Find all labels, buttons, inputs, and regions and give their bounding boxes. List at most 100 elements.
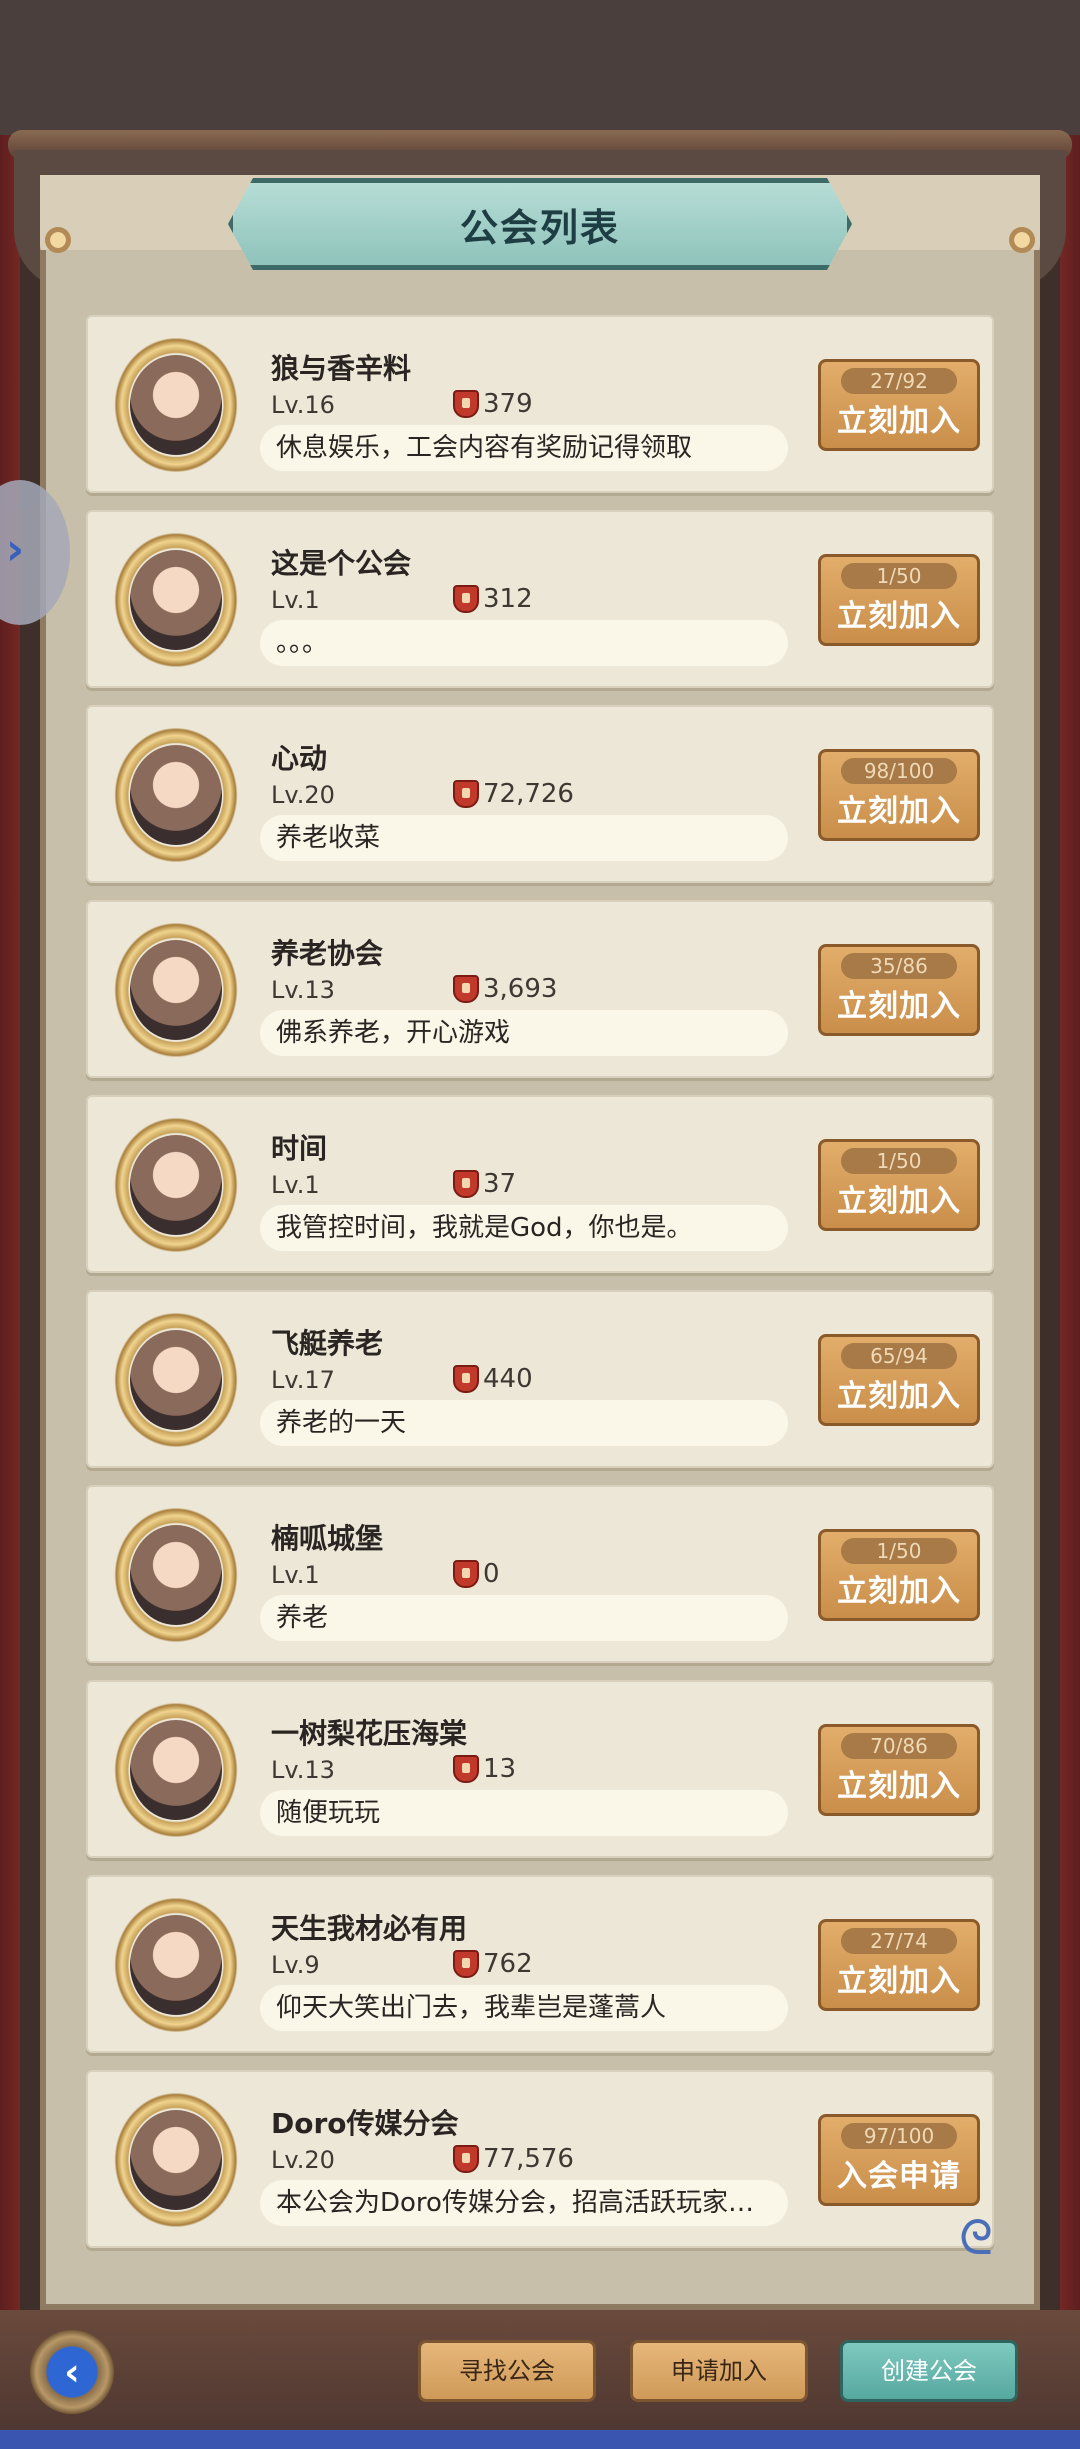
gear-ornament-icon	[1004, 222, 1040, 258]
guild-level: Lv.16	[271, 391, 335, 419]
guild-card[interactable]: 养老协会 Lv.13 3,693 佛系养老，开心游戏 35/86 立刻加入	[86, 900, 994, 1078]
guild-power-value: 77,576	[483, 2144, 574, 2174]
shield-icon	[453, 975, 479, 1003]
avatar-portrait	[130, 1915, 222, 2015]
guild-level: Lv.9	[271, 1951, 320, 1979]
bottom-strip	[0, 2430, 1080, 2449]
avatar-portrait	[130, 1330, 222, 1430]
guild-level: Lv.20	[271, 781, 335, 809]
avatar-portrait	[130, 745, 222, 845]
guild-description: 养老收菜	[260, 815, 788, 861]
page-title: 公会列表	[459, 205, 620, 250]
guild-card[interactable]: Doro传媒分会 Lv.20 77,576 本公会为Doro传媒分会，招高活跃玩…	[86, 2070, 994, 2248]
join-guild-button[interactable]: 1/50 立刻加入	[818, 1139, 980, 1231]
join-button-label: 立刻加入	[837, 1379, 961, 1414]
avatar-portrait	[130, 355, 222, 455]
guild-card[interactable]: 这是个公会 Lv.1 312 。。。 1/50 立刻加入	[86, 510, 994, 688]
chevron-right-icon: ›	[6, 524, 25, 575]
guild-name: 养老协会	[271, 937, 384, 970]
guild-power-value: 440	[483, 1364, 533, 1394]
guild-description: 仰天大笑出门去，我辈岂是蓬蒿人	[260, 1985, 788, 2031]
gear-ornament-icon	[40, 222, 76, 258]
guild-name: 这是个公会	[271, 547, 412, 580]
guild-power: 379	[453, 389, 533, 419]
guild-avatar	[108, 1895, 244, 2035]
guild-level: Lv.20	[271, 2146, 335, 2174]
guild-power: 13	[453, 1754, 516, 1784]
chat-swirl-icon[interactable]: ᘓ	[938, 2210, 1014, 2266]
join-guild-button[interactable]: 65/94 立刻加入	[818, 1334, 980, 1426]
guild-power-value: 379	[483, 389, 533, 419]
guild-card[interactable]: 时间 Lv.1 37 我管控时间，我就是God，你也是。 1/50 立刻加入	[86, 1095, 994, 1273]
member-count: 35/86	[841, 953, 957, 979]
guild-card[interactable]: 狼与香辛料 Lv.16 379 休息娱乐，工会内容有奖励记得领取 27/92 立…	[86, 315, 994, 493]
avatar-portrait	[130, 1525, 222, 1625]
guild-description: 随便玩玩	[260, 1790, 788, 1836]
top-bar	[0, 0, 1080, 135]
join-button-label: 立刻加入	[837, 599, 961, 634]
guild-power: 312	[453, 584, 533, 614]
member-count: 27/92	[841, 368, 957, 394]
member-count: 97/100	[841, 2123, 957, 2149]
avatar-portrait	[130, 550, 222, 650]
guild-level: Lv.13	[271, 976, 335, 1004]
guild-description: 佛系养老，开心游戏	[260, 1010, 788, 1056]
guild-description: 我管控时间，我就是God，你也是。	[260, 1205, 788, 1251]
apply-join-button[interactable]: 申请加入	[630, 2340, 808, 2402]
guild-name: 时间	[271, 1132, 328, 1165]
shield-icon	[453, 1365, 479, 1393]
guild-avatar	[108, 920, 244, 1060]
join-guild-button[interactable]: 97/100 入会申请	[818, 2114, 980, 2206]
shield-icon	[453, 390, 479, 418]
avatar-portrait	[130, 1720, 222, 1820]
guild-level: Lv.1	[271, 1561, 320, 1589]
guild-avatar	[108, 530, 244, 670]
guild-power-value: 3,693	[483, 974, 558, 1004]
avatar-portrait	[130, 940, 222, 1040]
guild-name: 一树梨花压海棠	[271, 1717, 468, 1750]
join-guild-button[interactable]: 70/86 立刻加入	[818, 1724, 980, 1816]
guild-power: 762	[453, 1949, 533, 1979]
join-button-label: 立刻加入	[837, 1964, 961, 1999]
member-count: 1/50	[841, 563, 957, 589]
create-guild-button[interactable]: 创建公会	[840, 2340, 1018, 2402]
guild-power: 77,576	[453, 2144, 574, 2174]
join-guild-button[interactable]: 1/50 立刻加入	[818, 554, 980, 646]
join-button-label: 立刻加入	[837, 1769, 961, 1804]
guild-card[interactable]: 天生我材必有用 Lv.9 762 仰天大笑出门去，我辈岂是蓬蒿人 27/74 立…	[86, 1875, 994, 2053]
guild-name: 飞艇养老	[271, 1327, 384, 1360]
guild-avatar	[108, 2090, 244, 2230]
guild-power: 3,693	[453, 974, 557, 1004]
guild-avatar	[108, 335, 244, 475]
guild-card[interactable]: 飞艇养老 Lv.17 440 养老的一天 65/94 立刻加入	[86, 1290, 994, 1468]
join-guild-button[interactable]: 98/100 立刻加入	[818, 749, 980, 841]
join-button-label: 立刻加入	[837, 1574, 961, 1609]
guild-power-value: 0	[483, 1559, 500, 1589]
shield-icon	[453, 1560, 479, 1588]
guild-level: Lv.1	[271, 1171, 320, 1199]
guild-description: 。。。	[260, 620, 788, 666]
member-count: 1/50	[841, 1148, 957, 1174]
member-count: 70/86	[841, 1733, 957, 1759]
join-button-label: 入会申请	[837, 2159, 961, 2194]
join-guild-button[interactable]: 35/86 立刻加入	[818, 944, 980, 1036]
guild-description: 本公会为Doro传媒分会，招高活跃玩家…	[260, 2180, 788, 2226]
join-guild-button[interactable]: 27/92 立刻加入	[818, 359, 980, 451]
join-guild-button[interactable]: 27/74 立刻加入	[818, 1919, 980, 2011]
member-count: 1/50	[841, 1538, 957, 1564]
guild-level: Lv.1	[271, 586, 320, 614]
join-guild-button[interactable]: 1/50 立刻加入	[818, 1529, 980, 1621]
join-button-label: 立刻加入	[837, 1184, 961, 1219]
guild-card[interactable]: 一树梨花压海棠 Lv.13 13 随便玩玩 70/86 立刻加入	[86, 1680, 994, 1858]
back-button[interactable]: ‹	[30, 2330, 114, 2414]
back-arrow-icon: ‹	[64, 2350, 80, 2394]
guild-card[interactable]: 心动 Lv.20 72,726 养老收菜 98/100 立刻加入	[86, 705, 994, 883]
guild-avatar	[108, 725, 244, 865]
guild-power-value: 762	[483, 1949, 533, 1979]
guild-avatar	[108, 1115, 244, 1255]
find-guild-button[interactable]: 寻找公会	[418, 2340, 596, 2402]
guild-card[interactable]: 楠呱城堡 Lv.1 0 养老 1/50 立刻加入	[86, 1485, 994, 1663]
guild-power-value: 72,726	[483, 779, 574, 809]
guild-power: 440	[453, 1364, 533, 1394]
guild-power-value: 13	[483, 1754, 517, 1784]
